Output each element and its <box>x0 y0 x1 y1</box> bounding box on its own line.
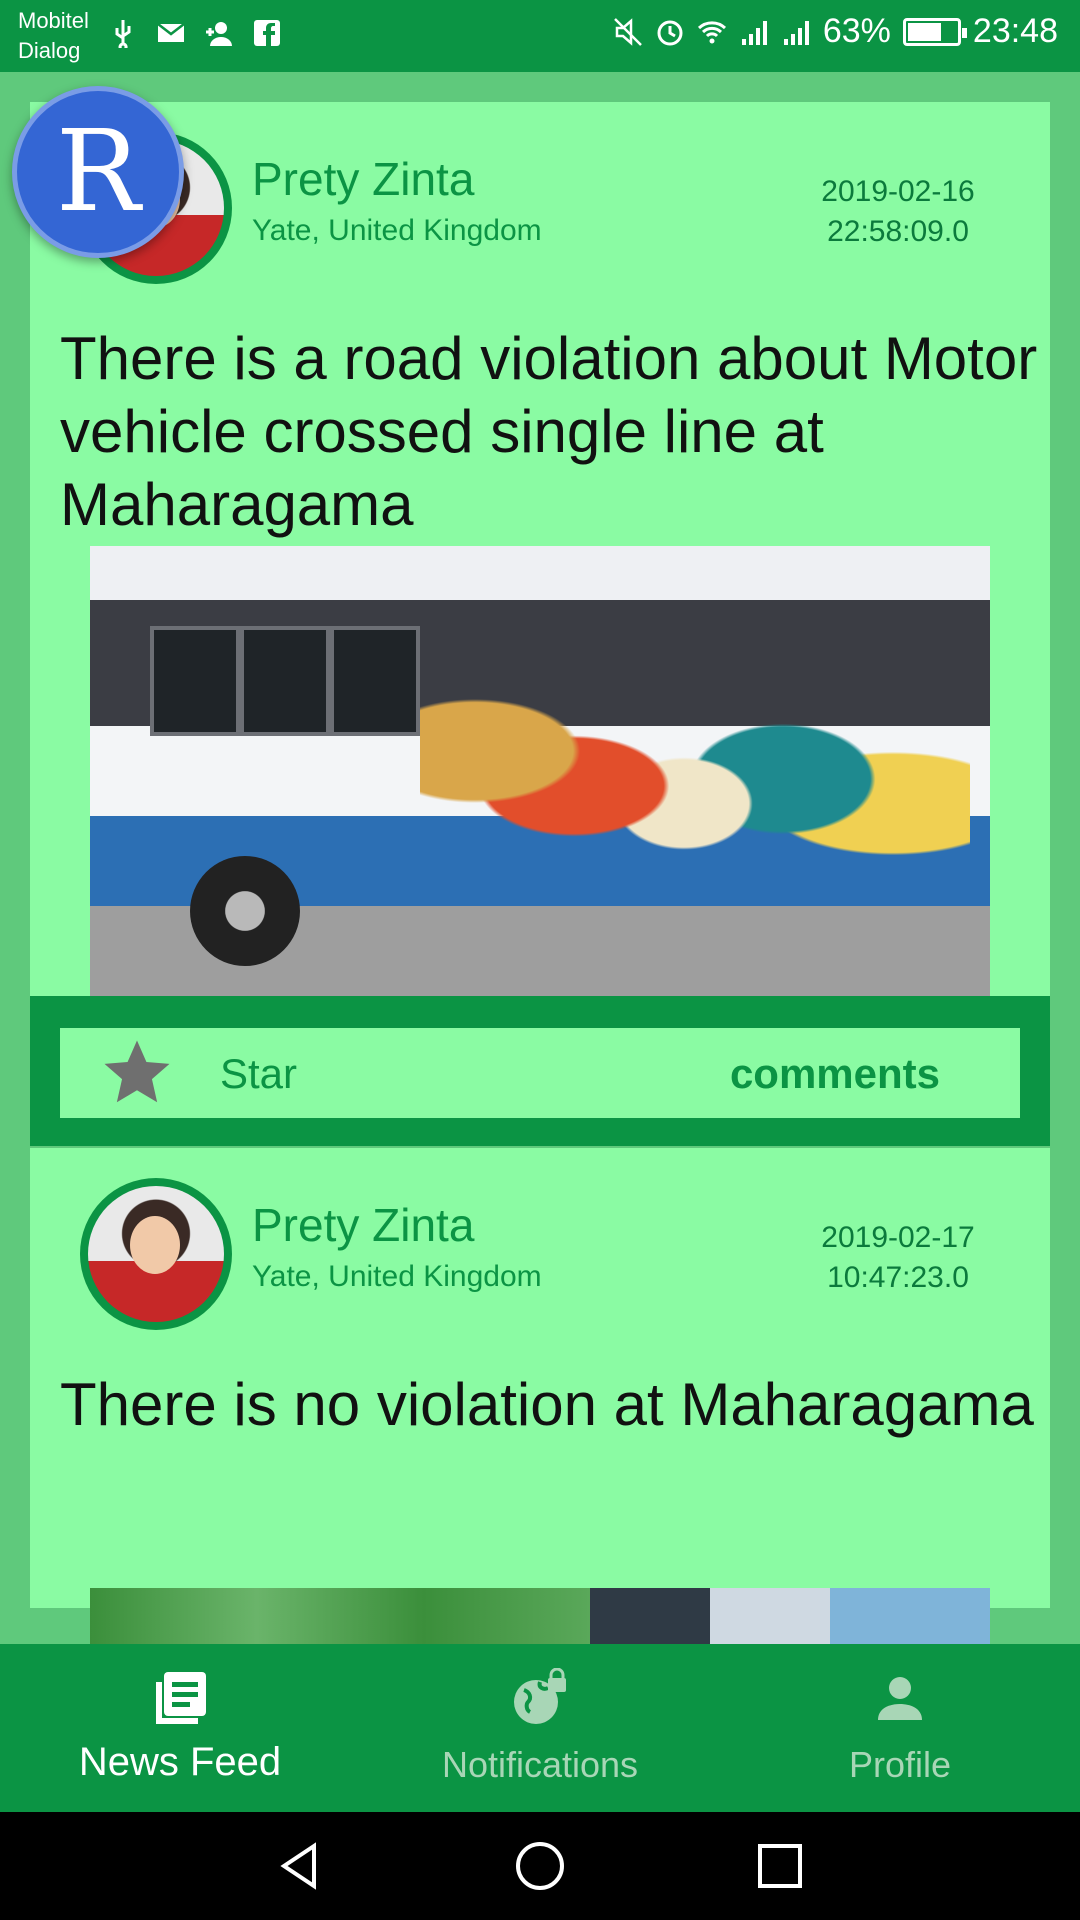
app-screen: Mobitel Dialog 63% 23:48 Prety Zinta Yat… <box>0 0 1080 1920</box>
post-author[interactable]: Prety Zinta <box>252 1198 474 1252</box>
nav-label: News Feed <box>78 1740 282 1784</box>
bus-image <box>90 546 990 996</box>
battery-percent: 63% <box>822 12 891 50</box>
post-timestamp: 2019-02-16 22:58:09.0 <box>788 172 1008 252</box>
clock: 23:48 <box>972 12 1058 50</box>
mail-icon <box>157 23 185 42</box>
floating-app-bubble[interactable]: R <box>12 86 184 258</box>
post-card[interactable]: Prety Zinta Yate, United Kingdom 2019-02… <box>30 1148 1050 1644</box>
star-button[interactable]: Star <box>220 1050 297 1098</box>
newspaper-icon <box>156 1672 206 1724</box>
battery-charging-icon <box>902 17 967 46</box>
carrier-name-1: Mobitel <box>18 8 89 33</box>
person-icon <box>878 1677 922 1720</box>
carrier-name-2: Dialog <box>18 38 81 63</box>
post-timestamp: 2019-02-17 10:47:23.0 <box>788 1218 1008 1298</box>
post-text: There is a road violation about Motor ve… <box>60 325 1038 538</box>
mute-icon <box>613 17 642 46</box>
usb-icon <box>115 20 131 48</box>
add-contact-icon <box>206 22 232 46</box>
post-author[interactable]: Prety Zinta <box>252 152 474 206</box>
star-icon[interactable] <box>98 1034 176 1112</box>
alarm-icon <box>657 20 683 45</box>
post-location: Yate, United Kingdom <box>252 1260 542 1293</box>
news-feed[interactable]: Prety Zinta Yate, United Kingdom 2019-02… <box>0 72 1080 1644</box>
avatar[interactable] <box>80 1178 232 1330</box>
post-photo[interactable] <box>90 1588 990 1644</box>
comments-button[interactable]: comments <box>730 1050 940 1098</box>
home-icon[interactable] <box>512 1838 568 1894</box>
signal-icon <box>741 20 767 45</box>
recents-icon[interactable] <box>752 1838 808 1894</box>
system-status: 63% 23:48 <box>613 12 1058 51</box>
nav-label: Notifications <box>441 1744 639 1785</box>
post-date: 2019-02-16 <box>821 175 975 208</box>
bus-image <box>590 1588 990 1644</box>
post-location: Yate, United Kingdom <box>252 214 542 247</box>
post-time: 22:58:09.0 <box>827 215 969 248</box>
nav-notifications[interactable]: Notifications <box>360 1644 720 1812</box>
wifi-icon <box>697 20 726 43</box>
nav-news-feed[interactable]: News Feed <box>0 1644 360 1812</box>
post-time: 10:47:23.0 <box>827 1261 969 1294</box>
bottom-navigation: News Feed Notifications Profile <box>0 1644 1080 1812</box>
post-date: 2019-02-17 <box>821 1221 975 1254</box>
signal-icon <box>783 20 809 45</box>
facebook-icon <box>254 20 280 46</box>
post-card[interactable]: Prety Zinta Yate, United Kingdom 2019-02… <box>30 102 1050 1146</box>
nav-profile[interactable]: Profile <box>720 1644 1080 1812</box>
notification-icons <box>108 18 282 48</box>
back-icon[interactable] <box>272 1838 328 1894</box>
status-bar: Mobitel Dialog 63% 23:48 <box>0 0 1080 72</box>
nav-label: Profile <box>848 1744 952 1785</box>
post-actions-inner: Star comments <box>60 1028 1020 1118</box>
system-navigation <box>0 1812 1080 1920</box>
globe-lock-icon <box>514 1668 566 1724</box>
carrier-info: Mobitel Dialog <box>18 6 89 66</box>
post-photo[interactable] <box>90 546 990 996</box>
avatar-image <box>88 1186 224 1322</box>
street-image <box>90 1588 590 1644</box>
post-text: There is no violation at Maharagama <box>60 1371 1034 1438</box>
post-actions: Star comments <box>30 996 1050 1146</box>
